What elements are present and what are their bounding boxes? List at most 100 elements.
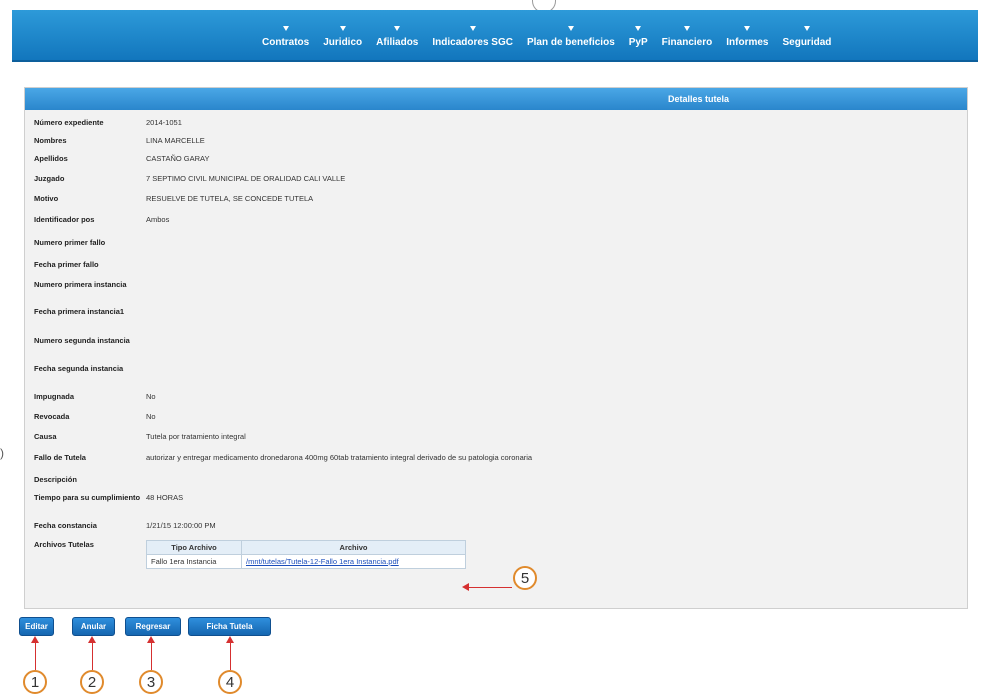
menu-item-seguridad[interactable]: Seguridad	[775, 26, 838, 48]
detail-value: No	[146, 392, 156, 401]
dropdown-caret-icon	[683, 26, 690, 31]
detail-value: CASTAÑO GARAY	[146, 154, 210, 163]
dropdown-caret-icon	[567, 26, 574, 31]
menu-item-label: Juridico	[323, 37, 363, 48]
menu-item-label: Seguridad	[782, 37, 832, 48]
detail-row: Número expediente 2014-1051	[34, 118, 532, 136]
detail-row: Impugnada No	[34, 392, 532, 412]
detail-label: Número expediente	[34, 118, 104, 127]
callout-1: 1	[23, 670, 47, 694]
menu-item-label: PyP	[628, 37, 648, 48]
regresar-button[interactable]: Regresar	[125, 617, 181, 636]
menu-item-afiliados[interactable]: Afiliados	[369, 26, 425, 48]
menu-item-label: Financiero	[661, 37, 713, 48]
tutela-details-panel: Detalles tutela Número expediente 2014-10…	[24, 87, 968, 609]
menu-item-contratos[interactable]: Contratos	[255, 26, 316, 48]
callout-3: 3	[139, 670, 163, 694]
detail-row: Nombres LINA MARCELLE	[34, 136, 532, 154]
detail-label: Fecha primer fallo	[34, 260, 99, 269]
detail-value: Ambos	[146, 215, 170, 224]
editar-button[interactable]: Editar	[19, 617, 54, 636]
detail-row: Fecha primer fallo	[34, 260, 532, 280]
detail-value: No	[146, 412, 156, 421]
arrow-line-1	[35, 642, 36, 670]
menu-item-informes[interactable]: Informes	[719, 26, 775, 48]
detail-label: Causa	[34, 432, 57, 441]
detail-row: Descripción	[34, 475, 532, 493]
detail-label: Fallo de Tutela	[34, 453, 86, 462]
table-row: Fallo 1era Instancia/mnt/tutelas/Tutela-…	[146, 554, 466, 569]
detail-value: Tutela por tratamiento integral	[146, 432, 246, 441]
detail-row: Numero segunda instancia	[34, 336, 532, 364]
menu-item-indicadores-sgc[interactable]: Indicadores SGC	[425, 26, 520, 48]
dropdown-caret-icon	[469, 26, 476, 31]
detail-row: Identificador pos Ambos	[34, 215, 532, 238]
arrow-line-3	[151, 642, 152, 670]
file-link[interactable]: /mnt/tutelas/Tutela-12-Fallo 1era Instan…	[246, 557, 399, 566]
menu-item-juridico[interactable]: Juridico	[316, 26, 369, 48]
arrow-line-4	[230, 642, 231, 670]
detail-label: Numero primera instancia	[34, 280, 127, 289]
detail-label: Descripción	[34, 475, 77, 484]
detail-label: Motivo	[34, 194, 59, 203]
detail-label: Fecha constancia	[34, 521, 97, 530]
menu-item-financiero[interactable]: Financiero	[655, 26, 720, 48]
file-link-cell: /mnt/tutelas/Tutela-12-Fallo 1era Instan…	[241, 554, 466, 569]
detail-label: Numero segunda instancia	[34, 336, 130, 345]
dropdown-caret-icon	[744, 26, 751, 31]
menu-item-label: Afiliados	[376, 37, 419, 48]
panel-header: Detalles tutela	[25, 88, 967, 110]
detail-label: Juzgado	[34, 174, 65, 183]
files-row: Archivos Tutelas Tipo Archivo Archivo Fallo…	[34, 540, 532, 569]
files-table-wrap: Tipo Archivo Archivo Fallo 1era Instancia /…	[146, 540, 466, 569]
detail-row: Revocada No	[34, 412, 532, 432]
arrow-line-5	[468, 587, 512, 588]
menu-item-pyp[interactable]: PyP	[622, 26, 655, 48]
menu-item-label: Indicadores SGC	[432, 37, 513, 48]
files-table: Tipo Archivo Archivo Fallo 1era Instancia /…	[146, 540, 466, 569]
menu-item-label: Plan de beneficios	[526, 37, 615, 48]
detail-row: Juzgado 7 SEPTIMO CIVIL MUNICIPAL DE ORAL…	[34, 174, 532, 194]
dropdown-caret-icon	[803, 26, 810, 31]
table-header-row: Tipo Archivo Archivo	[146, 540, 466, 555]
arrow-line-2	[92, 642, 93, 670]
detail-label: Apellidos	[34, 154, 68, 163]
detail-value: autorizar y entregar medicamento droneda…	[146, 453, 533, 462]
detail-row: Tiempo para su cumplimiento 48 HORAS	[34, 493, 532, 521]
panel-title: Detalles tutela	[667, 94, 729, 104]
detail-row: Motivo RESUELVE DE TUTELA, SE CONCEDE TUT…	[34, 194, 532, 215]
detail-label: Impugnada	[34, 392, 75, 401]
detail-value: RESUELVE DE TUTELA, SE CONCEDE TUTELA	[146, 194, 314, 203]
detail-value: 1/21/15 12:00:00 PM	[146, 521, 216, 530]
detail-row: Numero primera instancia	[34, 280, 532, 307]
table-header-cell: Tipo Archivo	[146, 540, 242, 555]
detail-row: Fecha primera instancia1	[34, 307, 532, 336]
callout-2: 2	[80, 670, 104, 694]
detail-value: 7 SEPTIMO CIVIL MUNICIPAL DE ORALIDAD CA…	[146, 174, 346, 183]
detail-value: LINA MARCELLE	[146, 136, 205, 145]
detail-row: Apellidos CASTAÑO GARAY	[34, 154, 532, 174]
callout-4: 4	[218, 670, 242, 694]
dropdown-caret-icon	[394, 26, 401, 31]
dropdown-caret-icon	[339, 26, 346, 31]
table-header-cell: Archivo	[241, 540, 466, 555]
detail-label: Fecha segunda instancia	[34, 364, 124, 373]
menu-item-label: Contratos	[262, 37, 310, 48]
file-type-cell: Fallo 1era Instancia	[146, 554, 242, 569]
detail-label: Nombres	[34, 136, 67, 145]
anular-button[interactable]: Anular	[72, 617, 115, 636]
main-menu: Contratos Juridico Afiliados Indicadores SG…	[255, 26, 838, 48]
ficha-tutela-button[interactable]: Ficha Tutela	[188, 617, 271, 636]
detail-label: Revocada	[34, 412, 70, 421]
menu-item-plan-de-beneficios[interactable]: Plan de beneficios	[520, 26, 622, 48]
detail-label: Fecha primera instancia1	[34, 307, 125, 316]
dropdown-caret-icon	[282, 26, 289, 31]
dropdown-caret-icon	[635, 26, 642, 31]
top-navigation-bar: Contratos Juridico Afiliados Indicadores SG…	[12, 10, 978, 62]
detail-label: Tiempo para su cumplimiento	[34, 493, 141, 502]
detail-row: Causa Tutela por tratamiento integral	[34, 432, 532, 453]
left-edge-mark: )	[0, 446, 4, 460]
detail-value: 2014-1051	[146, 118, 182, 127]
menu-item-label: Informes	[726, 37, 769, 48]
details-list: Número expediente 2014-1051 Nombres LINA MA…	[34, 118, 532, 569]
